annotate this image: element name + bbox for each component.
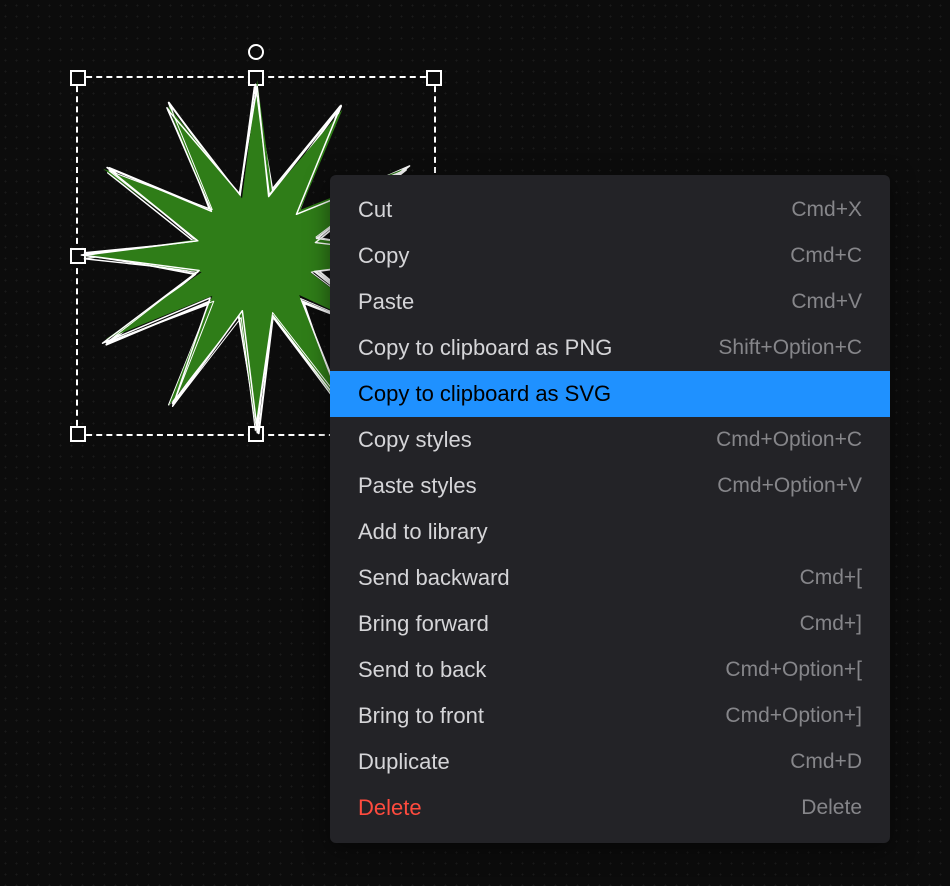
menu-item-label: Copy to clipboard as SVG bbox=[358, 381, 611, 407]
menu-item-shortcut: Cmd+C bbox=[790, 244, 862, 268]
menu-item-label: Paste styles bbox=[358, 473, 477, 499]
menu-item-shortcut: Cmd+] bbox=[800, 612, 862, 636]
menu-item-send-to-back[interactable]: Send to back Cmd+Option+[ bbox=[330, 647, 890, 693]
menu-item-shortcut: Cmd+[ bbox=[800, 566, 862, 590]
menu-item-shortcut: Cmd+X bbox=[791, 198, 862, 222]
menu-item-paste-styles[interactable]: Paste styles Cmd+Option+V bbox=[330, 463, 890, 509]
menu-item-label: Bring to front bbox=[358, 703, 484, 729]
menu-item-duplicate[interactable]: Duplicate Cmd+D bbox=[330, 739, 890, 785]
menu-item-label: Bring forward bbox=[358, 611, 489, 637]
menu-item-shortcut: Delete bbox=[801, 796, 862, 820]
menu-item-copy-to-clipboard-as-svg[interactable]: Copy to clipboard as SVG bbox=[330, 371, 890, 417]
menu-item-bring-forward[interactable]: Bring forward Cmd+] bbox=[330, 601, 890, 647]
menu-item-shortcut: Cmd+Option+] bbox=[725, 704, 862, 728]
context-menu[interactable]: Cut Cmd+X Copy Cmd+C Paste Cmd+V Copy to clipb… bbox=[330, 175, 890, 843]
menu-item-delete[interactable]: Delete Delete bbox=[330, 785, 890, 831]
menu-item-label: Send backward bbox=[358, 565, 510, 591]
menu-item-copy[interactable]: Copy Cmd+C bbox=[330, 233, 890, 279]
menu-item-shortcut: Shift+Option+C bbox=[718, 336, 862, 360]
menu-item-add-to-library[interactable]: Add to library bbox=[330, 509, 890, 555]
menu-item-label: Cut bbox=[358, 197, 392, 223]
menu-item-shortcut: Cmd+V bbox=[791, 290, 862, 314]
menu-item-cut[interactable]: Cut Cmd+X bbox=[330, 187, 890, 233]
menu-item-copy-to-clipboard-as-png[interactable]: Copy to clipboard as PNG Shift+Option+C bbox=[330, 325, 890, 371]
menu-item-shortcut: Cmd+Option+[ bbox=[725, 658, 862, 682]
menu-item-shortcut: Cmd+Option+V bbox=[717, 474, 862, 498]
menu-item-label: Copy bbox=[358, 243, 409, 269]
menu-item-label: Duplicate bbox=[358, 749, 450, 775]
menu-item-send-backward[interactable]: Send backward Cmd+[ bbox=[330, 555, 890, 601]
menu-item-paste[interactable]: Paste Cmd+V bbox=[330, 279, 890, 325]
menu-item-label: Copy to clipboard as PNG bbox=[358, 335, 612, 361]
menu-item-shortcut: Cmd+Option+C bbox=[716, 428, 862, 452]
menu-item-shortcut: Cmd+D bbox=[790, 750, 862, 774]
rotation-handle[interactable] bbox=[248, 44, 264, 60]
menu-item-label: Copy styles bbox=[358, 427, 472, 453]
menu-item-bring-to-front[interactable]: Bring to front Cmd+Option+] bbox=[330, 693, 890, 739]
menu-item-label: Paste bbox=[358, 289, 414, 315]
menu-item-label: Delete bbox=[358, 795, 422, 821]
menu-item-label: Add to library bbox=[358, 519, 488, 545]
menu-item-copy-styles[interactable]: Copy styles Cmd+Option+C bbox=[330, 417, 890, 463]
menu-item-label: Send to back bbox=[358, 657, 486, 683]
